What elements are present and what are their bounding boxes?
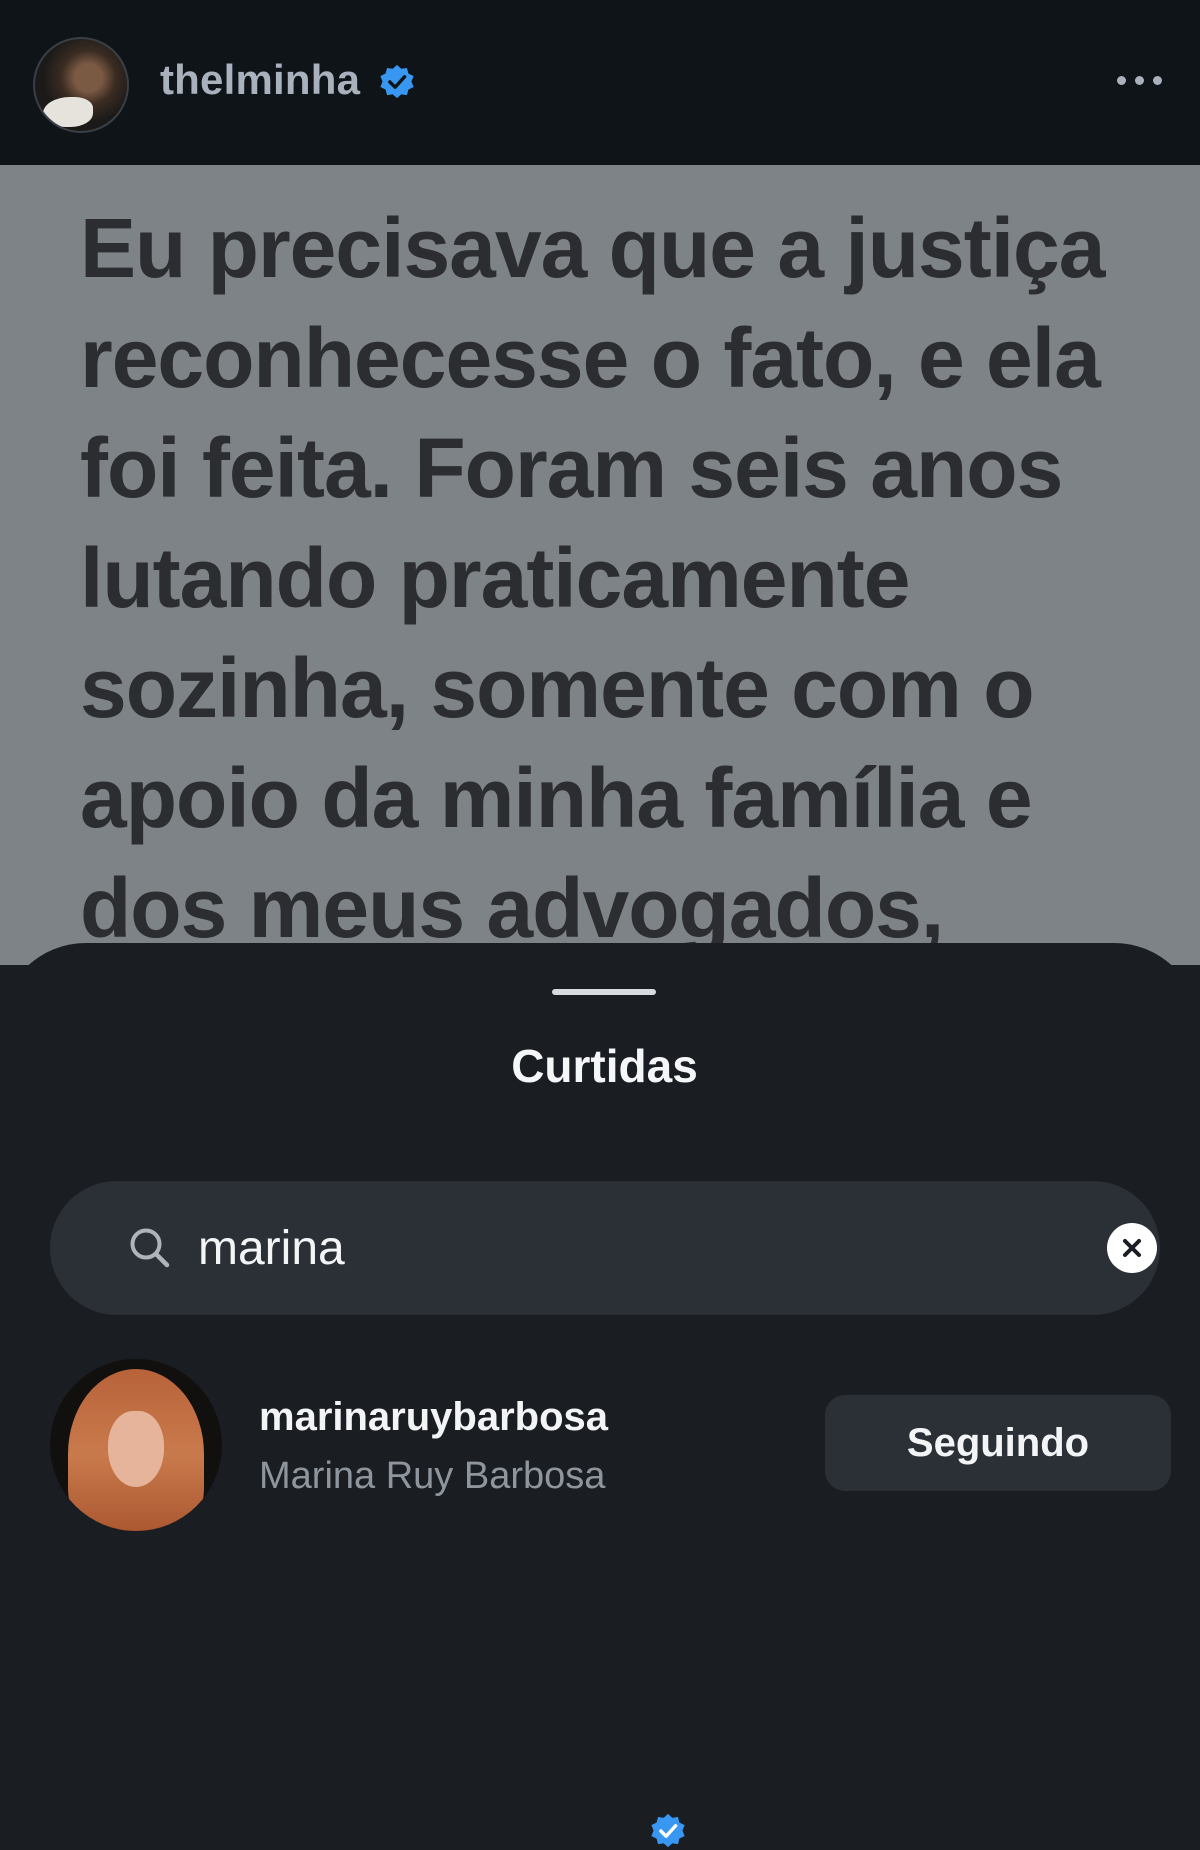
result-full-name: Marina Ruy Barbosa [259, 1455, 606, 1497]
post-image-text: Eu precisava que a justiça reconhecesse … [80, 201, 1106, 955]
sheet-title: Curtidas [511, 1040, 698, 1092]
verified-badge-icon [651, 1813, 685, 1848]
ellipsis-horizontal-icon[interactable] [1112, 70, 1166, 90]
verified-badge-icon [380, 64, 414, 99]
clear-circle-icon [1123, 1239, 1141, 1257]
search-bar[interactable] [50, 1181, 1160, 1315]
search-input[interactable] [198, 1211, 1068, 1285]
search-icon [130, 1228, 170, 1268]
post-image: Eu precisava que a justiça reconhecesse … [0, 165, 1200, 965]
clear-search-button[interactable] [1107, 1223, 1157, 1273]
avatar[interactable] [50, 1359, 222, 1531]
list-item[interactable]: marinaruybarbosa Marina Ruy Barbosa Segu… [0, 1359, 1200, 1848]
following-button[interactable]: Seguindo [825, 1395, 1171, 1491]
sheet-drag-handle[interactable] [552, 989, 656, 995]
post-author-avatar[interactable] [33, 37, 129, 133]
post-header: thelminha [0, 0, 1200, 165]
result-username[interactable]: marinaruybarbosa [259, 1395, 608, 1440]
likes-sheet: Curtidas marinaruybarbosa Marina Ruy Bar… [0, 943, 1200, 1848]
post-author-username[interactable]: thelminha [160, 56, 360, 104]
